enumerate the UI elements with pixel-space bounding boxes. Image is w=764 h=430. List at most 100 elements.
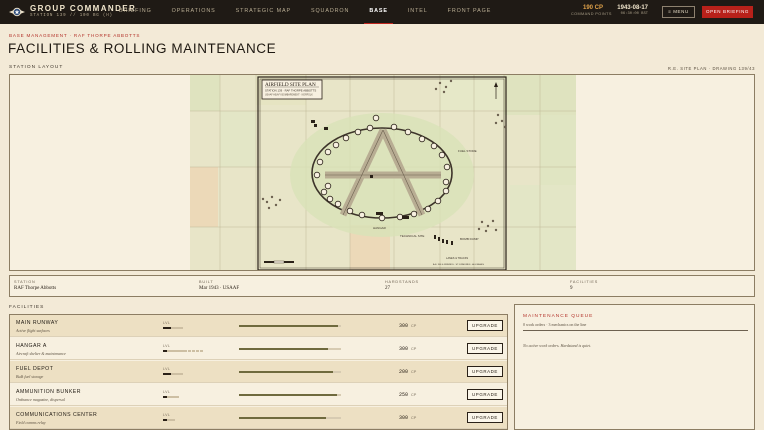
breadcrumb[interactable]: BASE MANAGEMENT · RAF THORPE ABBOTTS [9, 33, 140, 38]
drawing-reference: R.E. SITE PLAN · DRAWING 139/43 [667, 66, 755, 71]
stat-label: BUILT [199, 280, 214, 284]
level-segment-empty [171, 327, 175, 329]
condition-bar [239, 325, 341, 327]
upgrade-button[interactable]: UPGRADE [467, 412, 503, 423]
level-segment-empty [175, 373, 179, 375]
level-segment-filled [163, 327, 167, 329]
level-meter [163, 373, 183, 375]
command-points: 190 CP COMMAND POINTS [571, 5, 612, 16]
cost-unit: CP [411, 323, 417, 328]
command-points-value: 190 CP [582, 5, 603, 11]
upgrade-cost: 250 [398, 392, 408, 398]
label-lanes: LANES & TRACKS [446, 256, 468, 260]
facility-row-hangar-a[interactable]: HANGAR A Aircraft shelter & maintenance … [10, 338, 507, 360]
level-segment-empty [179, 327, 183, 329]
level-segment-empty [171, 373, 175, 375]
nav-base[interactable]: BASE [364, 0, 393, 24]
facility-desc: Ordnance magazine, dispersal [16, 397, 65, 402]
level-label: LVL [163, 344, 171, 348]
condition-bar [239, 417, 341, 419]
stat-value: 9 [570, 286, 573, 291]
plan-title: AIRFIELD SITE PLAN [265, 82, 316, 88]
label-hangar: HANGAR [373, 226, 387, 230]
level-segment-empty [183, 350, 187, 352]
condition-fill [239, 371, 333, 373]
facility-row-communications-center[interactable]: COMMUNICATIONS CENTER Field comms relay … [10, 407, 507, 429]
page-title: FACILITIES & ROLLING MAINTENANCE [8, 41, 277, 56]
nav-front-page[interactable]: FRONT PAGE [443, 0, 497, 24]
nav-squadron[interactable]: SQUADRON [306, 0, 354, 24]
facility-name: AMMUNITION BUNKER [16, 389, 81, 395]
facilities-list: MAIN RUNWAY Active flight surfaces LVL 3… [9, 314, 508, 430]
level-segment-filled [167, 327, 171, 329]
upgrade-cost: 200 [398, 369, 408, 375]
level-label: LVL [163, 367, 171, 371]
open-briefing-button[interactable]: OPEN BRIEFING [702, 6, 753, 18]
cost-unit: CP [411, 346, 417, 351]
station-layout-map[interactable]: AIRFIELD SITE PLAN STATION 139 · RAF THO… [9, 74, 755, 271]
facility-row-main-runway[interactable]: MAIN RUNWAY Active flight surfaces LVL 3… [10, 315, 507, 337]
nav-briefing[interactable]: BRIEFING [114, 0, 157, 24]
level-meter [163, 327, 183, 329]
label-bomb-dump: BOMB DUMP [460, 237, 479, 241]
level-segment-filled [163, 419, 167, 421]
cost-unit: CP [411, 415, 417, 420]
facility-row-ammunition-bunker[interactable]: AMMUNITION BUNKER Ordnance magazine, dis… [10, 384, 507, 406]
level-segment-filled [163, 350, 167, 352]
level-segment-empty [187, 350, 192, 352]
level-segment-empty [179, 373, 183, 375]
facility-desc: Bulk fuel storage [16, 374, 44, 379]
condition-bar [239, 394, 341, 396]
level-segment-empty [175, 396, 179, 398]
level-segment-filled [167, 373, 171, 375]
facility-row-fuel-depot[interactable]: FUEL DEPOT Bulk fuel storage LVL 200 CP … [10, 361, 507, 383]
condition-fill [239, 348, 328, 350]
stat-station: STATION RAF Thorpe Abbotts [14, 280, 56, 291]
facility-name: MAIN RUNWAY [16, 320, 59, 326]
game-clock: 1943-08-17 06:30:00 BST [610, 5, 648, 16]
level-segment-empty [167, 396, 171, 398]
menu-button[interactable]: ≡ MENU [662, 6, 695, 18]
condition-bar [239, 371, 341, 373]
divider [523, 330, 748, 331]
level-segment-empty [167, 419, 171, 421]
facility-name: FUEL DEPOT [16, 366, 54, 372]
upgrade-button[interactable]: UPGRADE [467, 320, 503, 331]
upgrade-cost: 300 [398, 346, 408, 352]
nav-operations[interactable]: OPERATIONS [167, 0, 221, 24]
scale-bar [264, 260, 294, 264]
roundel-logo-icon[interactable] [9, 4, 25, 20]
game-time: 06:30:00 BST [620, 12, 648, 16]
stat-facilities: FACILITIES 9 [570, 280, 598, 291]
stat-value: 27 [385, 286, 390, 291]
level-meter [163, 419, 175, 421]
maintenance-title: MAINTENANCE QUEUE [523, 314, 594, 319]
facility-desc: Field comms relay [16, 420, 46, 425]
upgrade-button[interactable]: UPGRADE [467, 366, 503, 377]
level-segment-empty [171, 419, 175, 421]
stat-label: STATION [14, 280, 36, 284]
level-label: LVL [163, 413, 171, 417]
stat-value: RAF Thorpe Abbotts [14, 286, 57, 291]
condition-fill [239, 417, 326, 419]
facility-name: HANGAR A [16, 343, 47, 349]
upgrade-button[interactable]: UPGRADE [467, 389, 503, 400]
level-segment-empty [167, 350, 171, 352]
stat-hardstands: HARDSTANDS 27 [385, 280, 419, 291]
stat-built: BUILT Mar 1943 · USAAF [199, 280, 239, 291]
nav-intel[interactable]: INTEL [403, 0, 433, 24]
top-bar: GROUP COMMANDER STATION 139 // 100 BG (H… [0, 0, 764, 24]
level-segment-empty [191, 350, 196, 352]
command-points-label: COMMAND POINTS [571, 12, 612, 16]
condition-fill [239, 394, 337, 396]
level-label: LVL [163, 390, 171, 394]
level-segment-empty [175, 327, 179, 329]
upgrade-cost: 300 [398, 323, 408, 329]
game-date: 1943-08-17 [617, 5, 648, 11]
level-meter [163, 396, 179, 398]
level-meter [163, 350, 204, 352]
level-segment-empty [171, 396, 175, 398]
upgrade-button[interactable]: UPGRADE [467, 343, 503, 354]
nav-strategic-map[interactable]: STRATEGIC MAP [231, 0, 296, 24]
plan-line-2: USAAF HEAVY BOMBARDMENT · NORFOLK [265, 94, 313, 97]
